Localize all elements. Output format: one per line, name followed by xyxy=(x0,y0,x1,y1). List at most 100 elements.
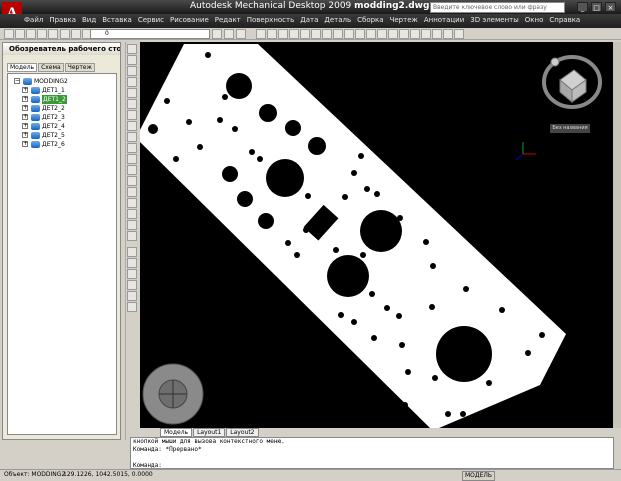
tool-button[interactable] xyxy=(127,302,137,312)
tool-button[interactable] xyxy=(127,187,137,197)
search-input[interactable]: Введите ключевое слово или фразу xyxy=(430,2,565,13)
toolbar-button[interactable] xyxy=(322,29,332,39)
menu-item[interactable]: Деталь xyxy=(324,16,351,24)
toolbar-button[interactable] xyxy=(421,29,431,39)
palette-tab[interactable]: Модель xyxy=(7,63,38,72)
menu-item[interactable]: Дата xyxy=(300,16,318,24)
expand-icon[interactable]: + xyxy=(22,132,28,138)
tree-item[interactable]: + ДЕТ2_2 xyxy=(8,104,116,113)
home-icon[interactable] xyxy=(550,57,560,67)
tool-button[interactable] xyxy=(127,66,137,76)
menu-item[interactable]: Поверхность xyxy=(247,16,294,24)
tool-button[interactable] xyxy=(127,143,137,153)
toolbar-button[interactable] xyxy=(48,29,58,39)
steering-wheel[interactable] xyxy=(142,363,204,425)
expand-icon[interactable]: + xyxy=(22,141,28,147)
tool-button[interactable] xyxy=(127,55,137,65)
tool-button[interactable] xyxy=(127,280,137,290)
toolbar-button[interactable] xyxy=(212,29,222,39)
tool-button[interactable] xyxy=(127,198,137,208)
tree-item[interactable]: + ДЕТ2_3 xyxy=(8,113,116,122)
plate-part[interactable] xyxy=(140,44,566,428)
tool-button[interactable] xyxy=(127,88,137,98)
tree-item[interactable]: + ДЕТ2_4 xyxy=(8,122,116,131)
tool-button[interactable] xyxy=(127,99,137,109)
menu-item[interactable]: Файл xyxy=(24,16,43,24)
toolbar-button[interactable] xyxy=(15,29,25,39)
toolbar-button[interactable] xyxy=(71,29,81,39)
toolbar-button[interactable] xyxy=(388,29,398,39)
tool-button[interactable] xyxy=(127,209,137,219)
menu-item[interactable]: Правка xyxy=(49,16,76,24)
menu-item[interactable]: Сборка xyxy=(357,16,383,24)
toolbar-button[interactable] xyxy=(236,29,246,39)
menu-item[interactable]: Справка xyxy=(549,16,580,24)
toolbar-button[interactable] xyxy=(60,29,70,39)
toolbar-button[interactable] xyxy=(278,29,288,39)
layer-combo[interactable]: 0 xyxy=(90,29,210,39)
toolbar-button[interactable] xyxy=(289,29,299,39)
layout-tab[interactable]: Layout1 xyxy=(193,428,226,437)
menu-item[interactable]: Рисование xyxy=(170,16,209,24)
toolbar-button[interactable] xyxy=(410,29,420,39)
toolbar-button[interactable] xyxy=(355,29,365,39)
layout-tab[interactable]: Layout2 xyxy=(226,428,259,437)
menu-item[interactable]: Окно xyxy=(525,16,544,24)
tool-button[interactable] xyxy=(127,176,137,186)
menu-item[interactable]: Чертеж xyxy=(390,16,418,24)
layout-tab[interactable]: Модель xyxy=(160,428,193,437)
toolbar-button[interactable] xyxy=(37,29,47,39)
toolbar-button[interactable] xyxy=(311,29,321,39)
palette-tab[interactable]: Схема xyxy=(38,63,64,72)
toolbar-button[interactable] xyxy=(333,29,343,39)
collapse-icon[interactable]: − xyxy=(14,78,20,84)
expand-icon[interactable]: + xyxy=(22,114,28,120)
toolbar-button[interactable] xyxy=(432,29,442,39)
tool-button[interactable] xyxy=(127,220,137,230)
tool-button[interactable] xyxy=(127,44,137,54)
vertical-scrollbar[interactable] xyxy=(613,42,621,428)
menu-item[interactable]: 3D элементы xyxy=(470,16,518,24)
tool-button[interactable] xyxy=(127,132,137,142)
tree-item[interactable]: + ДЕТ1_2 xyxy=(8,95,116,104)
toolbar-button[interactable] xyxy=(224,29,234,39)
tool-button[interactable] xyxy=(127,121,137,131)
tool-button[interactable] xyxy=(127,269,137,279)
close-button[interactable]: × xyxy=(605,2,616,12)
menu-item[interactable]: Вид xyxy=(82,16,96,24)
minimize-button[interactable]: _ xyxy=(577,2,588,12)
viewcube[interactable] xyxy=(542,55,602,109)
tool-button[interactable] xyxy=(127,258,137,268)
toolbar-button[interactable] xyxy=(399,29,409,39)
tool-button[interactable] xyxy=(127,165,137,175)
toolbar-button[interactable] xyxy=(344,29,354,39)
toolbar-button[interactable] xyxy=(256,29,266,39)
toolbar-button[interactable] xyxy=(443,29,453,39)
expand-icon[interactable]: + xyxy=(22,105,28,111)
tool-button[interactable] xyxy=(127,247,137,257)
toolbar-button[interactable] xyxy=(454,29,464,39)
tree-item[interactable]: + ДЕТ2_5 xyxy=(8,131,116,140)
toolbar-button[interactable] xyxy=(4,29,14,39)
toolbar-button[interactable] xyxy=(26,29,36,39)
tool-button[interactable] xyxy=(127,154,137,164)
menu-item[interactable]: Сервис xyxy=(138,16,164,24)
expand-icon[interactable]: + xyxy=(22,123,28,129)
expand-icon[interactable]: + xyxy=(22,87,28,93)
menu-item[interactable]: Вставка xyxy=(102,16,132,24)
tool-button[interactable] xyxy=(127,291,137,301)
tree-root[interactable]: − MODDING2 xyxy=(8,77,116,86)
tool-button[interactable] xyxy=(127,231,137,241)
tree-item[interactable]: + ДЕТ2_6 xyxy=(8,140,116,149)
menu-item[interactable]: Аннотации xyxy=(424,16,464,24)
toolbar-button[interactable] xyxy=(377,29,387,39)
menu-item[interactable]: Редакт xyxy=(215,16,241,24)
expand-icon[interactable]: + xyxy=(22,96,28,102)
drawing-area[interactable]: Без названия xyxy=(140,42,613,428)
tool-button[interactable] xyxy=(127,110,137,120)
command-line[interactable]: кнопкой мыши для вызова контекстного мен… xyxy=(130,437,614,469)
toolbar-button[interactable] xyxy=(366,29,376,39)
ucs-menu-label[interactable]: Без названия xyxy=(550,124,590,133)
tool-button[interactable] xyxy=(127,77,137,87)
toolbar-button[interactable] xyxy=(300,29,310,39)
